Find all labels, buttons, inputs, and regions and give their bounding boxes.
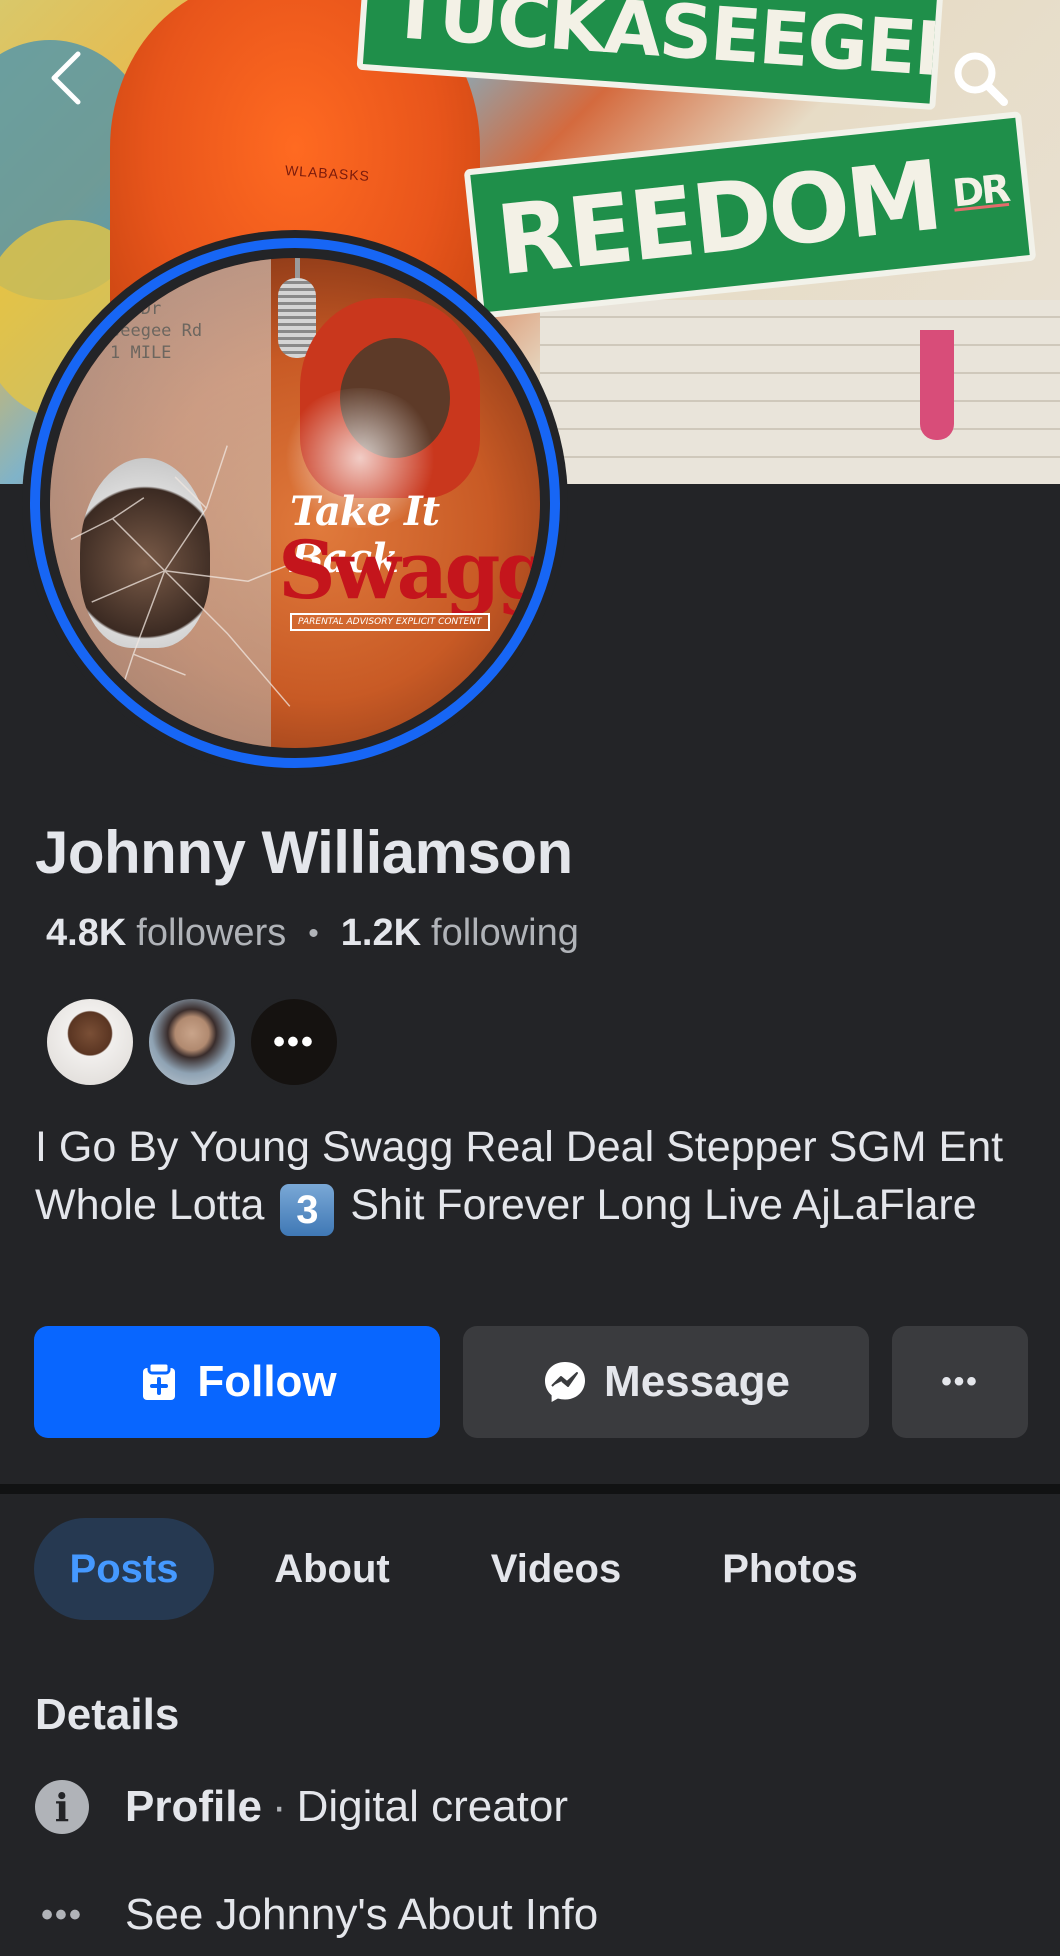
back-button[interactable] — [36, 48, 96, 108]
detail-separator: · — [271, 1782, 287, 1831]
details-heading: Details — [35, 1690, 180, 1739]
messenger-icon — [542, 1359, 588, 1405]
followers-label: followers — [136, 912, 287, 954]
chevron-left-icon — [51, 51, 81, 105]
more-icon: ••• — [941, 1365, 979, 1398]
profile-label: Profile — [125, 1782, 262, 1831]
info-icon: i — [35, 1780, 89, 1834]
brick-wall — [540, 300, 1060, 484]
paint-drip — [920, 330, 954, 440]
follow-stats: 4.8K followers • 1.2K following — [46, 912, 579, 955]
street-sign-bottom: REEDOM DR — [463, 111, 1037, 319]
number-badge-emoji: 3 — [280, 1184, 335, 1236]
see-about-info-link[interactable]: ••• See Johnny's About Info — [35, 1890, 598, 1940]
tab-posts[interactable]: Posts — [34, 1518, 214, 1620]
add-friend-icon — [137, 1360, 181, 1404]
see-about-info-label: See Johnny's About Info — [125, 1890, 599, 1939]
message-button[interactable]: Message — [463, 1326, 869, 1438]
mutual-avatar[interactable] — [44, 996, 136, 1088]
profile-category: Digital creator — [296, 1782, 569, 1831]
profile-name: Johnny Williamson — [35, 819, 573, 886]
advisory-label: PARENTAL ADVISORY EXPLICIT CONTENT — [290, 613, 490, 631]
section-divider — [0, 1484, 1060, 1494]
more-icon: ••• — [41, 1895, 83, 1934]
following-count: 1.2K — [340, 912, 422, 954]
followers-link[interactable]: 4.8K followers — [46, 912, 286, 955]
follow-label: Follow — [197, 1357, 337, 1406]
more-mutuals-button[interactable]: ••• — [248, 996, 340, 1088]
following-link[interactable]: 1.2K following — [341, 912, 579, 955]
mutual-avatar[interactable] — [146, 996, 238, 1088]
album-name: Swagg — [278, 523, 540, 617]
tab-about[interactable]: About — [262, 1518, 402, 1620]
story-ring: om Dr seegee Rd 1 MILE Take It Back Swag… — [30, 238, 560, 768]
profile-picture[interactable]: om Dr seegee Rd 1 MILE Take It Back Swag… — [22, 230, 568, 776]
profile-category-row: i Profile · Digital creator — [35, 1780, 568, 1834]
following-label: following — [431, 912, 579, 954]
search-icon — [954, 52, 1008, 106]
street-sign-bottom-text: REEDOM — [491, 139, 945, 298]
tab-videos[interactable]: Videos — [478, 1518, 634, 1620]
message-label: Message — [604, 1357, 790, 1406]
search-button[interactable] — [950, 48, 1010, 108]
stats-separator: • — [308, 916, 319, 950]
bio-text: Shit Forever Long Live AjLaFlare — [350, 1181, 977, 1229]
more-icon: ••• — [273, 1022, 315, 1061]
follow-button[interactable]: Follow — [34, 1326, 440, 1438]
followers-count: 4.8K — [46, 912, 127, 954]
tab-photos[interactable]: Photos — [710, 1518, 870, 1620]
more-options-button[interactable]: ••• — [892, 1326, 1028, 1438]
profile-bio: I Go By Young Swagg Real Deal Stepper SG… — [35, 1118, 1025, 1236]
street-sign-top-text: TUCKASEEGEE — [387, 0, 944, 95]
profile-picture-image: om Dr seegee Rd 1 MILE Take It Back Swag… — [50, 258, 540, 748]
mutual-friends: ••• — [44, 996, 350, 1088]
street-sign-bottom-suffix: DR — [950, 166, 1010, 216]
